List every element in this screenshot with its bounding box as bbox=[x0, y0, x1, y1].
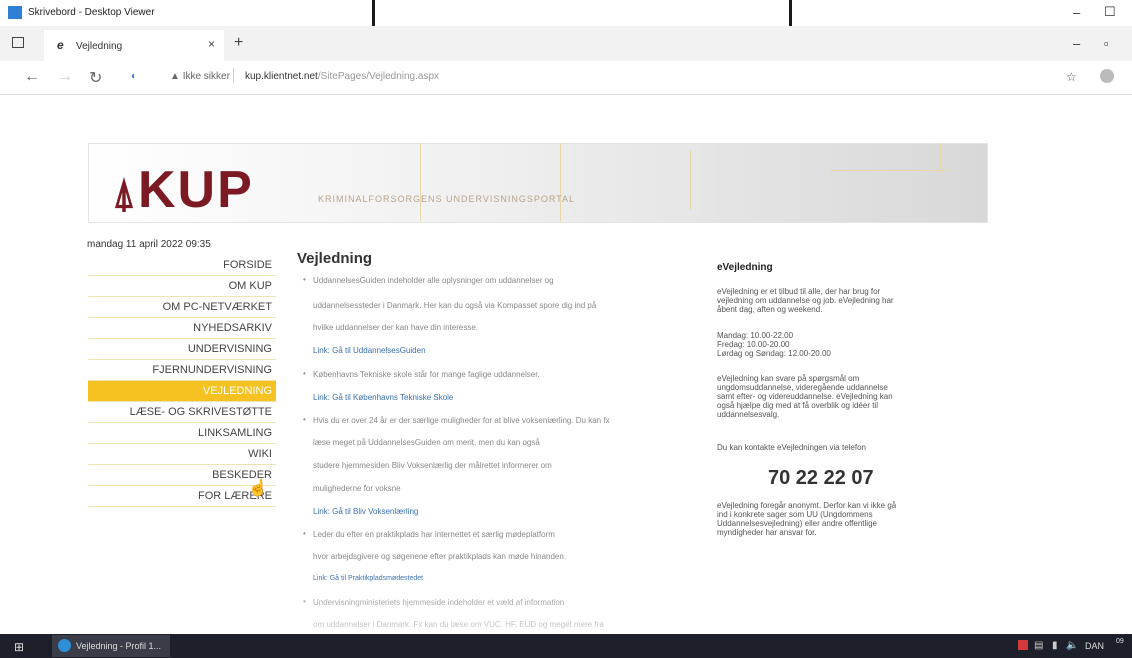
body-text: mulighederne for voksne bbox=[313, 484, 401, 493]
link-uddannelsesguiden[interactable]: Link: Gå til UddannelsesGuiden bbox=[313, 346, 426, 355]
url-input[interactable]: kup.klientnet.net/SitePages/Vejledning.a… bbox=[245, 71, 439, 82]
body-text: studere hjemmesiden Bliv Voksenlærlig de… bbox=[313, 461, 552, 470]
evejledning-text: eVejledning foregår anonymt. Derfor kan … bbox=[717, 501, 897, 510]
bullet-icon: • bbox=[303, 415, 306, 424]
edge-favicon-icon: e bbox=[57, 38, 64, 52]
nav-item-wiki[interactable]: WIKI bbox=[88, 444, 276, 465]
browser-tab[interactable] bbox=[44, 30, 224, 61]
taskbar-item-label: Vejledning - Profil 1... bbox=[76, 641, 162, 651]
bullet-icon: • bbox=[303, 275, 306, 284]
browser-minimize-icon[interactable]: – bbox=[1073, 36, 1080, 51]
evejledning-title: eVejledning bbox=[717, 262, 773, 273]
nav-item-linksamling[interactable]: LINKSAMLING bbox=[88, 423, 276, 444]
link-bliv-voksenlaerling[interactable]: Link: Gå til Bliv Voksenlærling bbox=[313, 507, 418, 516]
start-icon[interactable]: ⊞ bbox=[14, 640, 24, 654]
nav-item-vejledning[interactable]: VEJLEDNING bbox=[88, 381, 276, 402]
viewer-title: Skrivebord - Desktop Viewer bbox=[28, 7, 155, 18]
evejledning-text: ind i konkrete sager som UU (Ungdommens bbox=[717, 510, 873, 519]
url-path: /SitePages/Vejledning.aspx bbox=[317, 71, 440, 82]
body-text: Leder du efter en praktikplads har inter… bbox=[313, 530, 555, 539]
body-text: om uddannelser i Danmark. Fx kan du læse… bbox=[313, 620, 604, 629]
new-tab-icon[interactable]: + bbox=[234, 34, 243, 52]
bullet-icon: • bbox=[303, 369, 306, 378]
evejledning-text: åbent dag, aften og weekend. bbox=[717, 305, 823, 314]
nav-item-om-kup[interactable]: OM KUP bbox=[88, 276, 276, 297]
body-text: hvor arbejdsgivere og søgenene efter pra… bbox=[313, 552, 567, 561]
tab-actions-icon[interactable] bbox=[12, 37, 24, 48]
battery-icon[interactable]: ▮ bbox=[1052, 640, 1058, 651]
profile-avatar[interactable] bbox=[1100, 69, 1114, 83]
person-logo-icon: ⍋ bbox=[112, 172, 138, 216]
evejledning-text: samt efter- og videreuddannelse. eVejled… bbox=[717, 392, 893, 401]
banner-decoration bbox=[940, 143, 941, 173]
insecure-indicator[interactable]: ▲ Ikke sikker bbox=[170, 71, 230, 82]
url-host: kup.klientnet.net bbox=[245, 71, 318, 82]
body-text: læse meget på UddannelsesGuiden om merit… bbox=[313, 438, 540, 447]
browser-restore-icon[interactable]: ▫ bbox=[1104, 36, 1109, 51]
phone-number: 70 22 22 07 bbox=[768, 467, 874, 489]
volume-icon[interactable]: 🔈 bbox=[1066, 640, 1078, 651]
opening-hours: Mandag: 10.00-22.00 bbox=[717, 331, 794, 340]
banner-decoration bbox=[690, 150, 691, 210]
evejledning-text: vejledning om uddannelse og job. eVejled… bbox=[717, 296, 894, 305]
contact-text: Du kan kontakte eVejledningen via telefo… bbox=[717, 443, 866, 452]
site-logo[interactable]: ⍋KUP bbox=[112, 160, 254, 220]
edge-taskbar-icon bbox=[58, 639, 71, 652]
viewer-maximize-icon[interactable]: ☐ bbox=[1104, 4, 1116, 20]
nav-item-fjernundervisning[interactable]: FJERNUNDERVISNING bbox=[88, 360, 276, 381]
reload-icon[interactable]: ↻ bbox=[89, 68, 102, 88]
warning-icon: ▲ bbox=[170, 71, 180, 82]
bullet-icon: • bbox=[303, 529, 306, 538]
body-text: UddannelsesGuiden indeholder alle oplysn… bbox=[313, 276, 554, 285]
evejledning-text: også hjælpe dig med at få overblik og id… bbox=[717, 401, 878, 410]
evejledning-text: uddannelsesvalg. bbox=[717, 410, 780, 419]
body-text: Københavns Tekniske skole står for mange… bbox=[313, 370, 540, 379]
link-kobenhavns-tekniske-skole[interactable]: Link: Gå til Københavns Tekniske Skole bbox=[313, 393, 453, 402]
url-divider bbox=[233, 68, 234, 83]
clock[interactable]: 09 bbox=[1116, 637, 1124, 646]
viewer-minimize-icon[interactable]: – bbox=[1073, 5, 1080, 20]
language-indicator[interactable]: DAN bbox=[1085, 641, 1104, 651]
nav-item-nyhedsarkiv[interactable]: NYHEDSARKIV bbox=[88, 318, 276, 339]
body-text: Undervisningministeriets hjemmeside inde… bbox=[313, 598, 565, 607]
body-text: uddannelsessteder i Danmark. Her kan du … bbox=[313, 301, 597, 310]
tab-title: Vejledning bbox=[76, 41, 123, 52]
favorites-icon[interactable]: ☆ bbox=[1066, 70, 1077, 84]
nav-item-om-pc-netvaerket[interactable]: OM PC-NETVÆRKET bbox=[88, 297, 276, 318]
evejledning-text: myndigheder har ansvar for. bbox=[717, 528, 817, 537]
nav-item-forside[interactable]: FORSIDE bbox=[88, 255, 276, 276]
current-date: mandag 11 april 2022 09:35 bbox=[87, 239, 211, 250]
site-icon: ◐ bbox=[131, 71, 138, 82]
network-icon[interactable]: ▤ bbox=[1034, 640, 1043, 651]
tray-app-icon[interactable] bbox=[1018, 640, 1028, 650]
logo-text: KUP bbox=[138, 161, 254, 219]
banner-decoration bbox=[560, 143, 561, 221]
site-subtitle: KRIMINALFORSORGENS UNDERVISNINGSPORTAL bbox=[318, 194, 576, 204]
opening-hours: Lørdag og Søndag: 12.00-20.00 bbox=[717, 349, 831, 358]
link-praktikpladsmodestedet[interactable]: Link: Gå til Praktikpladsmødestedet bbox=[313, 575, 423, 582]
evejledning-text: eVejledning er et tilbud til alle, der h… bbox=[717, 287, 881, 296]
banner-decoration bbox=[420, 143, 421, 221]
opening-hours: Fredag: 10.00-20.00 bbox=[717, 340, 790, 349]
bullet-icon: • bbox=[303, 597, 306, 606]
nav-item-laese-og-skrivestotte[interactable]: LÆSE- OG SKRIVESTØTTE bbox=[88, 402, 276, 423]
insecure-label: Ikke sikker bbox=[182, 71, 230, 82]
nav-item-undervisning[interactable]: UNDERVISNING bbox=[88, 339, 276, 360]
evejledning-text: eVejledning kan svare på spørgsmål om bbox=[717, 374, 860, 383]
banner-decoration bbox=[830, 170, 950, 171]
viewer-app-icon bbox=[8, 6, 22, 19]
hand-cursor-icon: ☝ bbox=[248, 480, 268, 497]
tab-close-icon[interactable]: × bbox=[208, 37, 215, 51]
body-text: Hvis du er over 24 år er der særlige mul… bbox=[313, 416, 610, 425]
body-text: hvilke uddannelser der kan have din inte… bbox=[313, 323, 478, 332]
page-title: Vejledning bbox=[297, 250, 373, 267]
evejledning-text: ungdomsuddannelse, videregående uddannel… bbox=[717, 383, 888, 392]
evejledning-text: Uddannelsesvejledning) eller andre offen… bbox=[717, 519, 877, 528]
back-icon[interactable]: ← bbox=[24, 68, 40, 86]
forward-icon[interactable]: → bbox=[57, 68, 73, 86]
